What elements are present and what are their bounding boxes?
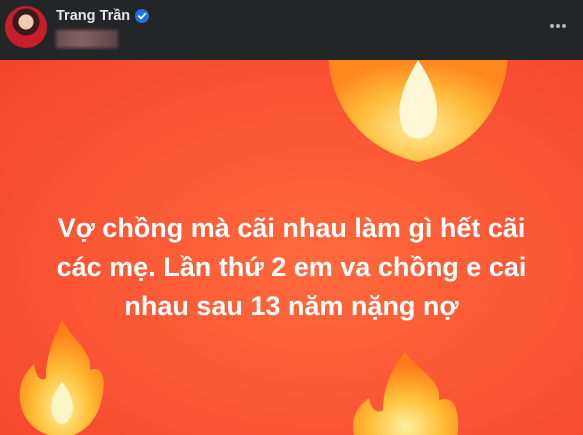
flame-icon [328, 60, 508, 162]
blurred-timestamp [56, 30, 118, 48]
post-background: Vợ chồng mà cãi nhau làm gì hết cãi các … [0, 60, 583, 435]
more-options-button[interactable] [546, 14, 570, 38]
flame-icon [19, 320, 104, 435]
post-header: Trang Trần [0, 0, 583, 60]
author-row: Trang Trần [56, 8, 150, 24]
flame-icon [352, 352, 459, 435]
avatar[interactable] [5, 6, 47, 48]
more-options-icon [550, 24, 566, 28]
verified-badge-icon [135, 9, 150, 23]
post-text: Vợ chồng mà cãi nhau làm gì hết cãi các … [56, 213, 527, 321]
author-name[interactable]: Trang Trần [56, 8, 130, 24]
